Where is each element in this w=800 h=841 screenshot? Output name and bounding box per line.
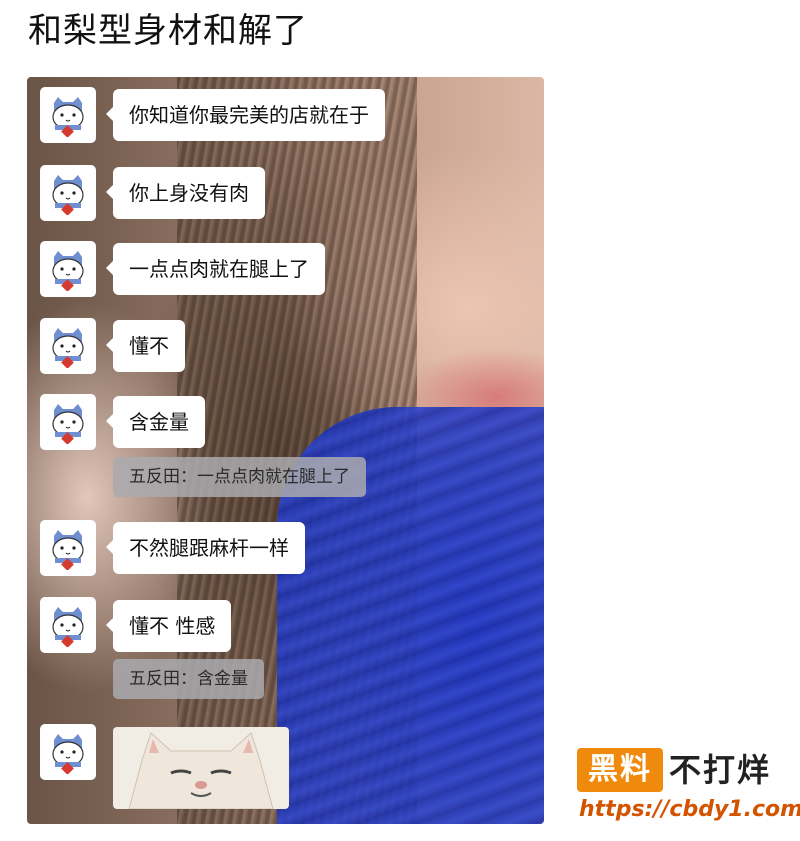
watermark-slogan: 不打烊 — [669, 751, 772, 789]
avatar[interactable] — [40, 165, 96, 221]
watermark-url: https://cbdy1.com — [579, 797, 800, 822]
avatar[interactable] — [40, 520, 96, 576]
message-bubble[interactable]: 你上身没有肉 — [106, 167, 265, 219]
quoted-reply[interactable]: 五反田：一点点肉就在腿上了 — [113, 457, 366, 497]
message-bubble[interactable]: 不然腿跟麻杆一样 — [106, 522, 305, 574]
post-title: 和梨型身材和解了 — [28, 11, 308, 51]
message-bubble[interactable]: 懂不 — [106, 320, 185, 372]
message-bubble[interactable]: 懂不 性感 — [105, 600, 232, 652]
site-watermark: 黑料 不打烊 https://cbdy1.com — [577, 748, 800, 826]
cat-avatar-icon — [52, 734, 84, 774]
watermark-badge: 黑料 — [577, 748, 663, 792]
cat-avatar-icon — [52, 251, 84, 291]
avatar[interactable] — [40, 87, 96, 143]
cat-avatar-icon — [52, 175, 84, 215]
cat-avatar-icon — [52, 530, 84, 570]
cat-avatar-icon — [52, 97, 84, 137]
cat-avatar-icon — [52, 607, 84, 647]
quoted-reply[interactable]: 五反田：含金量 — [113, 659, 264, 699]
message-bubble[interactable]: 含金量 — [106, 396, 205, 448]
sticker-message[interactable] — [113, 727, 289, 809]
avatar[interactable] — [40, 597, 96, 653]
cat-avatar-icon — [52, 404, 84, 444]
message-bubble[interactable]: 你知道你最完美的店就在于 — [106, 89, 385, 141]
avatar[interactable] — [40, 318, 96, 374]
chat-screenshot: 你知道你最完美的店就在于 你上身没有肉 一点点肉就在腿上了 懂不 含金量 五反田… — [27, 77, 544, 824]
avatar[interactable] — [40, 724, 96, 780]
message-bubble[interactable]: 一点点肉就在腿上了 — [106, 243, 325, 295]
cat-sticker-icon — [128, 732, 274, 809]
avatar[interactable] — [40, 241, 96, 297]
cat-avatar-icon — [52, 328, 84, 368]
avatar[interactable] — [40, 394, 96, 450]
